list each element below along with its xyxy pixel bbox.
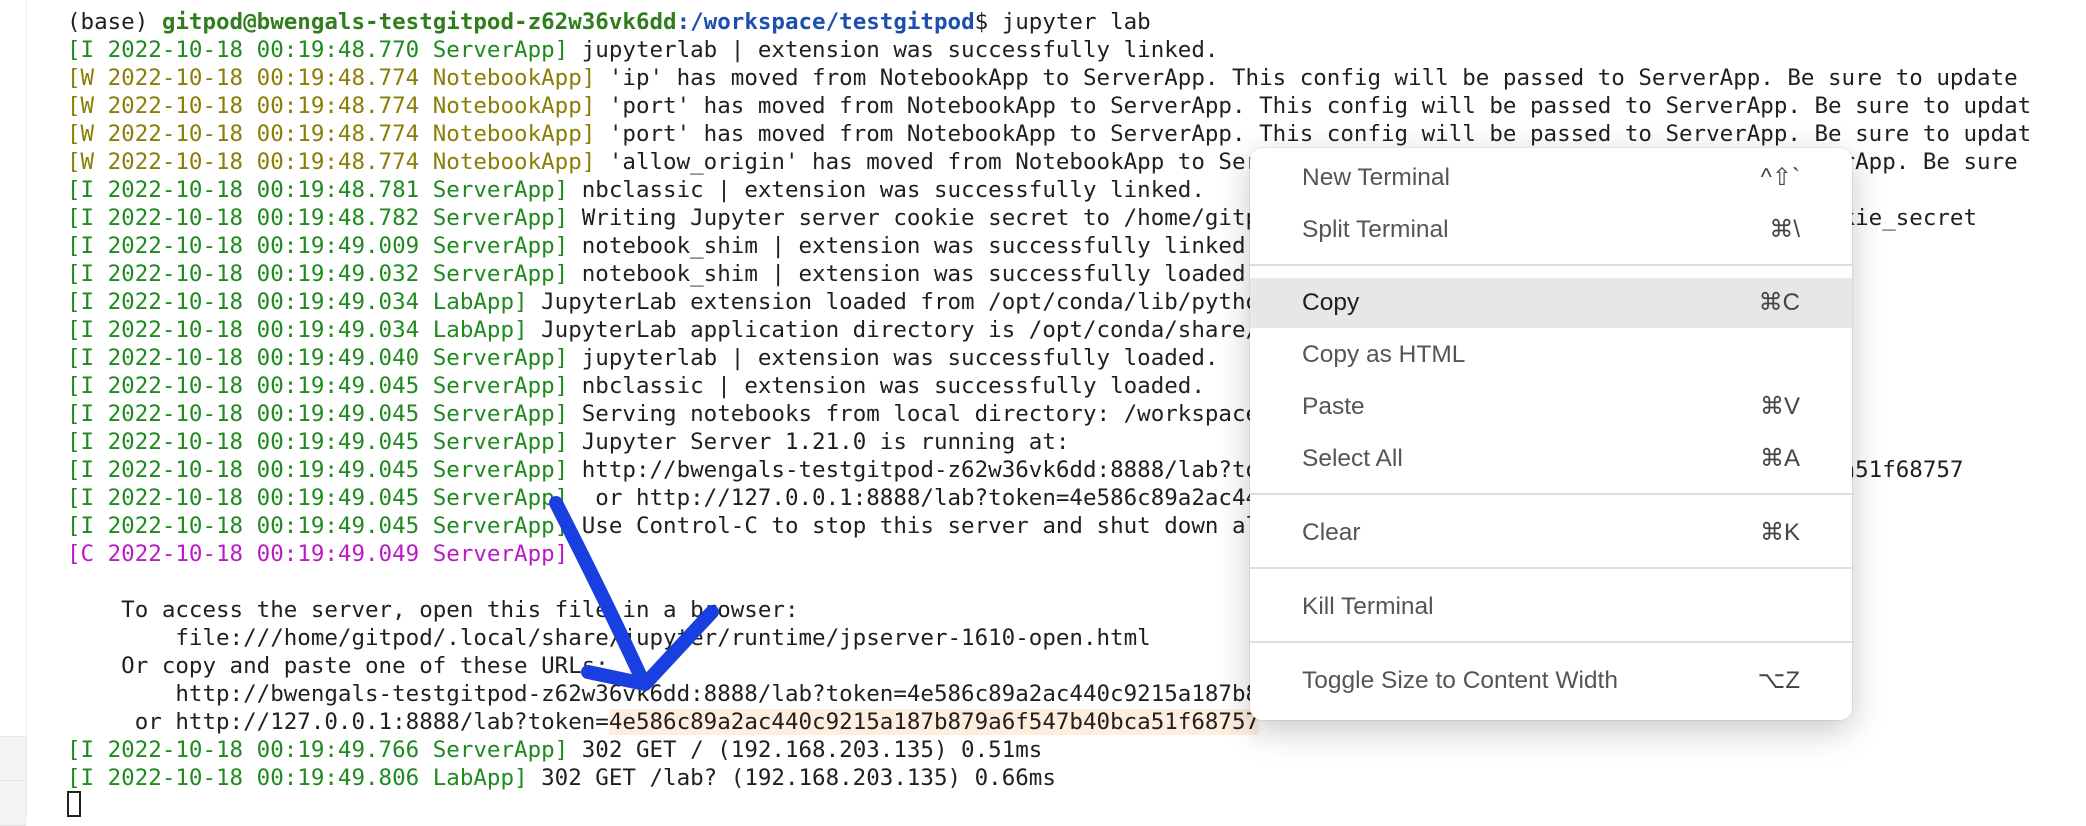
url-prefix: or http://127.0.0.1:8888/lab?token= <box>67 709 609 735</box>
prompt-command: $ jupyter lab <box>974 9 1151 35</box>
log-line: [I 2022-10-18 00:19:49.045 ServerApp] Ju… <box>67 428 1069 456</box>
prompt-env: (base) <box>67 9 162 35</box>
log-tag: [C 2022-10-18 00:19:49.049 ServerApp] <box>67 541 569 567</box>
menu-separator <box>1250 641 1852 643</box>
log-message: nbclassic | extension was successfully l… <box>568 373 1205 399</box>
log-tag: [I 2022-10-18 00:19:49.045 ServerApp] <box>67 513 569 539</box>
log-line: [I 2022-10-18 00:19:48.781 ServerApp] nb… <box>67 176 1205 204</box>
log-line: [I 2022-10-18 00:19:48.770 ServerApp] ju… <box>67 36 1218 64</box>
log-tag: [I 2022-10-18 00:19:49.045 ServerApp] <box>67 457 569 483</box>
access-instruction: To access the server, open this file in … <box>67 597 799 623</box>
log-line: [I 2022-10-18 00:19:49.034 LabApp] Jupyt… <box>67 316 1408 344</box>
log-tag: [I 2022-10-18 00:19:49.009 ServerApp] <box>67 233 569 259</box>
gutter-marker <box>0 780 26 826</box>
log-tag: [W 2022-10-18 00:19:48.774 NotebookApp] <box>67 149 596 175</box>
menu-item-copy[interactable]: Copy ⌘C <box>1250 278 1852 328</box>
menu-item-kill-terminal[interactable]: Kill Terminal <box>1250 582 1852 632</box>
log-tag: [W 2022-10-18 00:19:48.774 NotebookApp] <box>67 121 596 147</box>
selected-token: 4e586c89a2ac440c9215a187b879a6f547b40bca… <box>608 709 1260 735</box>
log-tag: [I 2022-10-18 00:19:49.032 ServerApp] <box>67 261 569 287</box>
log-line: [C 2022-10-18 00:19:49.049 ServerApp] <box>67 540 568 568</box>
log-tag: [I 2022-10-18 00:19:48.781 ServerApp] <box>67 177 569 203</box>
menu-item-paste[interactable]: Paste ⌘V <box>1250 382 1852 432</box>
access-file-path: file:///home/gitpod/.local/share/jupyter… <box>67 625 1151 651</box>
log-tag: [I 2022-10-18 00:19:49.045 ServerApp] <box>67 401 569 427</box>
menu-separator <box>1250 567 1852 569</box>
log-message: 'ip' has moved from NotebookApp to Serve… <box>595 65 2018 91</box>
terminal-cursor <box>67 791 81 817</box>
gutter-marker <box>0 736 26 782</box>
log-tag: [I 2022-10-18 00:19:48.770 ServerApp] <box>67 37 569 63</box>
log-tag: [I 2022-10-18 00:19:49.034 LabApp] <box>67 289 528 315</box>
log-tag: [I 2022-10-18 00:19:49.045 ServerApp] <box>67 429 569 455</box>
prompt-user-host: gitpod@bwengals-testgitpod-z62w36vk6dd <box>161 9 677 35</box>
log-message: 'port' has moved from NotebookApp to Ser… <box>595 93 2032 119</box>
log-line: [W 2022-10-18 00:19:48.774 NotebookApp] … <box>67 64 2018 92</box>
access-urls-label: Or copy and paste one of these URLs: <box>67 653 609 679</box>
log-message: notebook_shim | extension was successful… <box>568 233 1260 259</box>
menu-item-copy-as-html[interactable]: Copy as HTML <box>1250 330 1852 380</box>
log-line: [W 2022-10-18 00:19:48.774 NotebookApp] … <box>67 92 2031 120</box>
log-line: [I 2022-10-18 00:19:49.032 ServerApp] no… <box>67 260 1259 288</box>
menu-separator <box>1250 264 1852 266</box>
access-url-localhost: or http://127.0.0.1:8888/lab?token=4e586… <box>67 708 1260 736</box>
log-line: [W 2022-10-18 00:19:48.774 NotebookApp] … <box>67 120 2031 148</box>
log-tag: [I 2022-10-18 00:19:49.034 LabApp] <box>67 317 528 343</box>
menu-item-new-terminal[interactable]: New Terminal ^⇧` <box>1250 153 1852 203</box>
log-line: [I 2022-10-18 00:19:49.045 ServerApp] nb… <box>67 372 1205 400</box>
menu-separator <box>1250 493 1852 495</box>
log-message: jupyterlab | extension was successfully … <box>568 345 1219 371</box>
menu-item-toggle-size[interactable]: Toggle Size to Content Width ⌥Z <box>1250 656 1852 706</box>
log-message: nbclassic | extension was successfully l… <box>568 177 1205 203</box>
log-tag: [I 2022-10-18 00:19:49.045 ServerApp] <box>67 485 569 511</box>
log-line: [I 2022-10-18 00:19:49.040 ServerApp] ju… <box>67 344 1218 372</box>
menu-item-clear[interactable]: Clear ⌘K <box>1250 508 1852 558</box>
editor-gutter <box>0 0 27 826</box>
log-tag: [W 2022-10-18 00:19:48.774 NotebookApp] <box>67 93 596 119</box>
log-line: [I 2022-10-18 00:19:49.045 ServerApp] Se… <box>67 400 1408 428</box>
log-message: jupyterlab | extension was successfully … <box>568 37 1219 63</box>
menu-item-split-terminal[interactable]: Split Terminal ⌘\ <box>1250 205 1852 255</box>
log-tag: [I 2022-10-18 00:19:49.806 LabApp] <box>67 765 528 791</box>
log-line: [I 2022-10-18 00:19:49.766 ServerApp] 30… <box>67 736 1042 764</box>
log-message: 302 GET /lab? (192.168.203.135) 0.66ms <box>527 765 1056 791</box>
log-line: [I 2022-10-18 00:19:49.806 LabApp] 302 G… <box>67 764 1056 792</box>
log-tag: [I 2022-10-18 00:19:49.045 ServerApp] <box>67 373 569 399</box>
log-tag: [I 2022-10-18 00:19:49.766 ServerApp] <box>67 737 569 763</box>
log-message: 'port' has moved from NotebookApp to Ser… <box>595 121 2032 147</box>
prompt-path: :/workspace/testgitpod <box>676 9 975 35</box>
log-tag: [W 2022-10-18 00:19:48.774 NotebookApp] <box>67 65 596 91</box>
log-message: Jupyter Server 1.21.0 is running at: <box>568 429 1070 455</box>
log-tag: [I 2022-10-18 00:19:48.782 ServerApp] <box>67 205 569 231</box>
terminal-context-menu: New Terminal ^⇧` Split Terminal ⌘\ Copy ⌘C … <box>1250 148 1852 720</box>
log-message: notebook_shim | extension was successful… <box>568 261 1260 287</box>
log-line: [I 2022-10-18 00:19:49.009 ServerApp] no… <box>67 232 1259 260</box>
log-tag: [I 2022-10-18 00:19:49.040 ServerApp] <box>67 345 569 371</box>
log-message: 302 GET / (192.168.203.135) 0.51ms <box>568 737 1043 763</box>
menu-item-select-all[interactable]: Select All ⌘A <box>1250 434 1852 484</box>
prompt-line: (base) gitpod@bwengals-testgitpod-z62w36… <box>67 8 1151 36</box>
